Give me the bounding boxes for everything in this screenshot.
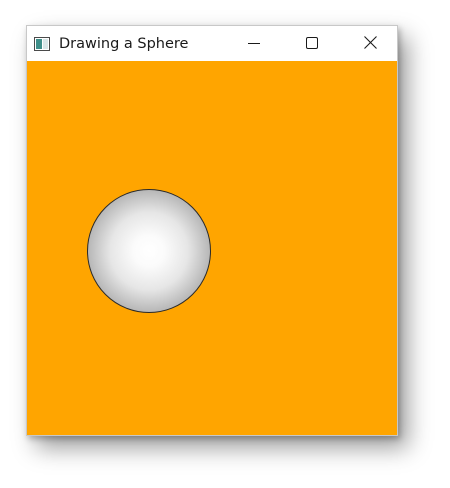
- close-button[interactable]: [347, 26, 393, 61]
- maximize-icon: [306, 34, 318, 53]
- maximize-button[interactable]: [289, 26, 335, 61]
- sphere-shape: [87, 189, 211, 313]
- title-bar[interactable]: Drawing a Sphere: [27, 26, 397, 61]
- minimize-button[interactable]: [231, 26, 277, 61]
- app-window: Drawing a Sphere: [26, 25, 398, 436]
- close-icon: [363, 34, 377, 53]
- canvas-area: [27, 61, 397, 435]
- screenshot-stage: Drawing a Sphere: [0, 0, 450, 488]
- minimize-icon: [248, 34, 260, 53]
- app-window-icon: [34, 36, 50, 51]
- window-title: Drawing a Sphere: [59, 35, 189, 52]
